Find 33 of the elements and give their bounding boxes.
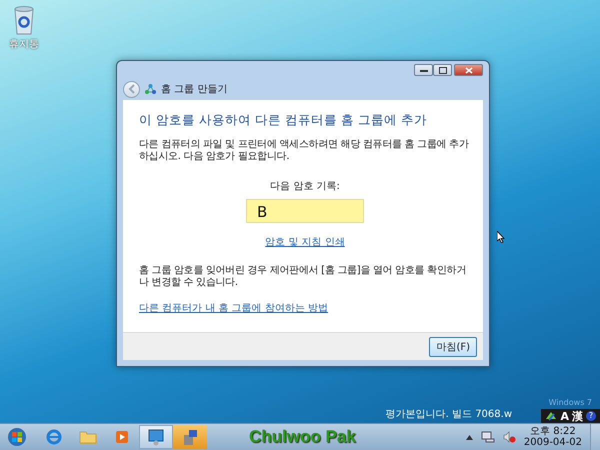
browser-icon [44, 427, 64, 447]
finish-button[interactable]: 마침(F) [429, 336, 477, 356]
watermark-text: 평가본입니다. 빌드 7068.w [386, 408, 512, 421]
back-button[interactable] [123, 80, 140, 98]
password-label: 다음 암호 기록: [270, 180, 340, 193]
close-button[interactable] [454, 64, 483, 76]
speaker-muted-icon[interactable] [502, 431, 516, 443]
window-title: 홈 그룹 만들기 [161, 83, 228, 96]
minimize-icon [420, 68, 428, 72]
maximize-button[interactable] [433, 64, 452, 76]
minimize-button[interactable] [414, 64, 433, 76]
signature-text: Chulwoo Pak [249, 427, 356, 447]
clock-time[interactable]: 오후 8:22 [530, 426, 576, 437]
network-nodes-icon [145, 84, 156, 94]
help-button[interactable]: ? [586, 411, 596, 421]
maximize-icon [438, 66, 446, 74]
trash-bin-icon[interactable] [13, 5, 35, 35]
taskbar-button[interactable] [139, 425, 173, 449]
help-link[interactable]: 다른 컴퓨터가 내 홈 그룹에 참여하는 방법 [139, 301, 328, 315]
input-mode-button[interactable]: 漢 [572, 408, 583, 424]
password-display: B [246, 199, 364, 223]
watermark-text: Windows 7 [548, 398, 592, 407]
note-text: 홈 그룹 암호를 잊어버린 경우 제어판에서 [홈 그룹]을 열어 암호를 확인하거나 변경할 수 있습니다. [139, 265, 467, 289]
network-icon[interactable] [480, 431, 495, 443]
dialog-heading: 이 암호를 사용하여 다른 컴퓨터를 홈 그룹에 추가 [139, 112, 428, 129]
taskbar-button[interactable] [173, 425, 207, 449]
print-link[interactable]: 암호 및 지침 인쇄 [265, 235, 345, 249]
description-text: 다른 컴퓨터의 파일 및 프린터에 액세스하려면 해당 컴퓨터를 홈 그룹에 추가하십시오. 다음 암호가 필요합니다. [139, 139, 470, 163]
input-mode-button[interactable]: A [560, 410, 569, 422]
mouse-pointer-icon [497, 231, 505, 243]
clock-date[interactable]: 2009-04-02 [524, 437, 582, 448]
show-hidden-icons-icon[interactable] [466, 434, 473, 440]
close-icon [464, 66, 472, 74]
